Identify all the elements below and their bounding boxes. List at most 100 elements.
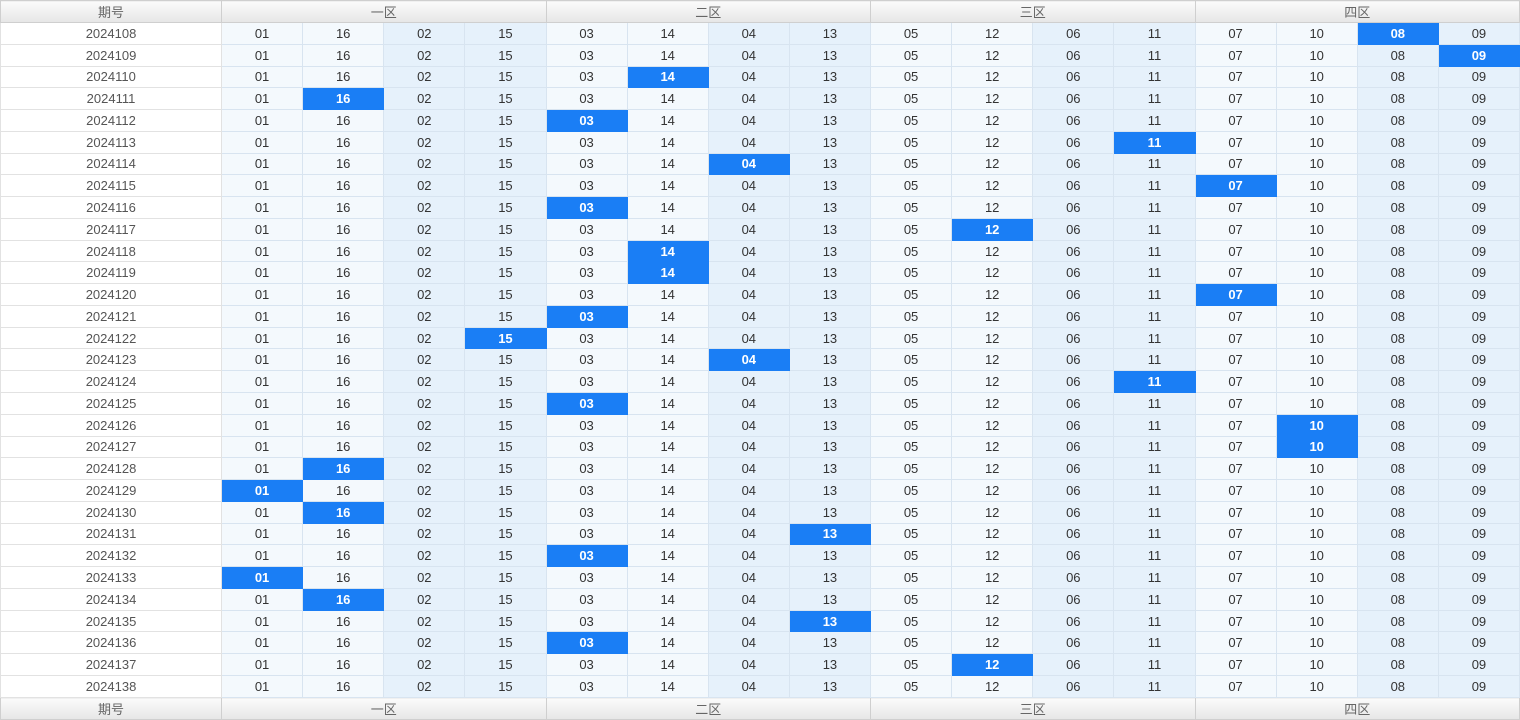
number-cell: 07 xyxy=(1194,196,1277,219)
number-cell: 16 xyxy=(302,65,385,89)
number-cell: 16 xyxy=(302,174,385,198)
number-cell: 09 xyxy=(1437,609,1520,633)
number-cell: 11 xyxy=(1113,631,1196,655)
number-cell: 05 xyxy=(869,152,953,176)
number-cell: 06 xyxy=(1032,435,1115,459)
number-cell: 13 xyxy=(788,348,872,372)
number-cell: 06 xyxy=(1032,196,1115,219)
trend-table: 期号 一区 二区 三区 四区 2024108 01 16 02 15 03 14 04 13 05… xyxy=(0,0,1520,720)
number-cell: 04 xyxy=(707,435,790,459)
number-cell: 03 xyxy=(545,326,628,350)
period-header: 期号 xyxy=(0,0,222,23)
number-cell: 14 xyxy=(626,544,709,568)
number-cell: 09 xyxy=(1437,500,1520,524)
table-row: 2024108 01 16 02 15 03 14 04 13 05 12 06 11 07 10 08 09 xyxy=(0,22,1520,45)
number-cell: 08 xyxy=(1356,261,1439,285)
number-cell: 16 xyxy=(302,283,385,306)
number-cell: 13 xyxy=(788,217,872,241)
number-cell: 14 xyxy=(626,653,709,676)
number-cell: 01 xyxy=(220,522,304,546)
number-cell: 07 xyxy=(1194,457,1277,481)
number-cell: 16 xyxy=(302,239,385,263)
number-cell: 01 xyxy=(220,370,304,394)
number-cell: 03 xyxy=(545,522,628,546)
number-cell: 14 xyxy=(626,304,709,328)
number-cell: 13 xyxy=(788,479,872,502)
number-cell: 09 xyxy=(1437,566,1520,589)
number-cell: 12 xyxy=(951,22,1034,45)
table-row: 2024115 01 16 02 15 03 14 04 13 05 12 06 11 07 10 08 09 xyxy=(0,174,1520,198)
number-cell-hit: 01 xyxy=(220,479,304,502)
number-cell: 16 xyxy=(302,674,385,699)
number-cell-hit: 03 xyxy=(545,631,628,655)
number-cell: 07 xyxy=(1194,43,1277,67)
number-cell: 16 xyxy=(302,348,385,372)
number-cell-hit: 16 xyxy=(302,500,385,524)
number-cell: 02 xyxy=(383,87,466,111)
number-cell: 01 xyxy=(220,174,304,198)
number-cell: 07 xyxy=(1194,239,1277,263)
number-cell: 02 xyxy=(383,348,466,372)
number-cell: 16 xyxy=(302,109,385,132)
number-cell: 14 xyxy=(626,217,709,241)
period-cell: 2024124 xyxy=(0,370,222,394)
number-cell: 15 xyxy=(464,22,547,45)
number-cell: 13 xyxy=(788,65,872,89)
number-cell: 15 xyxy=(464,413,547,437)
number-cell: 14 xyxy=(626,457,709,481)
number-cell: 06 xyxy=(1032,261,1115,285)
number-cell: 14 xyxy=(626,674,709,699)
number-cell: 12 xyxy=(951,348,1034,372)
number-cell-hit: 14 xyxy=(626,239,709,263)
table-row: 2024124 01 16 02 15 03 14 04 13 05 12 06 11 07 10 08 09 xyxy=(0,370,1520,394)
number-cell: 15 xyxy=(464,43,547,67)
number-cell: 02 xyxy=(383,392,466,415)
number-cell: 04 xyxy=(707,130,790,154)
number-cell: 05 xyxy=(869,479,953,502)
number-cell-hit: 09 xyxy=(1437,43,1520,67)
number-cell: 02 xyxy=(383,500,466,524)
number-cell: 08 xyxy=(1356,631,1439,655)
number-cell: 02 xyxy=(383,413,466,437)
number-cell: 13 xyxy=(788,109,872,132)
number-cell-hit: 08 xyxy=(1356,22,1439,45)
number-cell: 01 xyxy=(220,631,304,655)
number-cell: 16 xyxy=(302,522,385,546)
number-cell: 03 xyxy=(545,587,628,611)
number-cell: 16 xyxy=(302,326,385,350)
table-row: 2024134 01 16 02 15 03 14 04 13 05 12 06 11 07 10 08 09 xyxy=(0,587,1520,611)
number-cell: 07 xyxy=(1194,152,1277,176)
number-cell: 13 xyxy=(788,283,872,306)
number-cell: 15 xyxy=(464,196,547,219)
number-cell: 12 xyxy=(951,457,1034,481)
number-cell: 14 xyxy=(626,348,709,372)
number-cell: 06 xyxy=(1032,522,1115,546)
number-cell: 08 xyxy=(1356,348,1439,372)
number-cell: 12 xyxy=(951,196,1034,219)
number-cell: 09 xyxy=(1437,196,1520,219)
zone-header-1: 一区 xyxy=(221,0,547,23)
number-cell: 01 xyxy=(220,326,304,350)
number-cell: 02 xyxy=(383,566,466,589)
period-cell: 2024119 xyxy=(0,261,222,285)
number-cell: 04 xyxy=(707,43,790,67)
number-cell: 15 xyxy=(464,674,547,699)
number-cell: 10 xyxy=(1275,326,1358,350)
period-cell: 2024135 xyxy=(0,609,222,633)
number-cell: 04 xyxy=(707,196,790,219)
number-cell: 12 xyxy=(951,109,1034,132)
number-cell: 16 xyxy=(302,544,385,568)
number-cell: 15 xyxy=(464,522,547,546)
period-cell: 2024114 xyxy=(0,152,222,176)
number-cell: 05 xyxy=(869,370,953,394)
period-cell: 2024116 xyxy=(0,196,222,219)
number-cell: 01 xyxy=(220,87,304,111)
number-cell: 05 xyxy=(869,326,953,350)
period-cell: 2024131 xyxy=(0,522,222,546)
number-cell: 06 xyxy=(1032,370,1115,394)
number-cell: 07 xyxy=(1194,326,1277,350)
number-cell: 05 xyxy=(869,457,953,481)
number-cell: 03 xyxy=(545,261,628,285)
number-cell: 09 xyxy=(1437,479,1520,502)
number-cell: 13 xyxy=(788,392,872,415)
